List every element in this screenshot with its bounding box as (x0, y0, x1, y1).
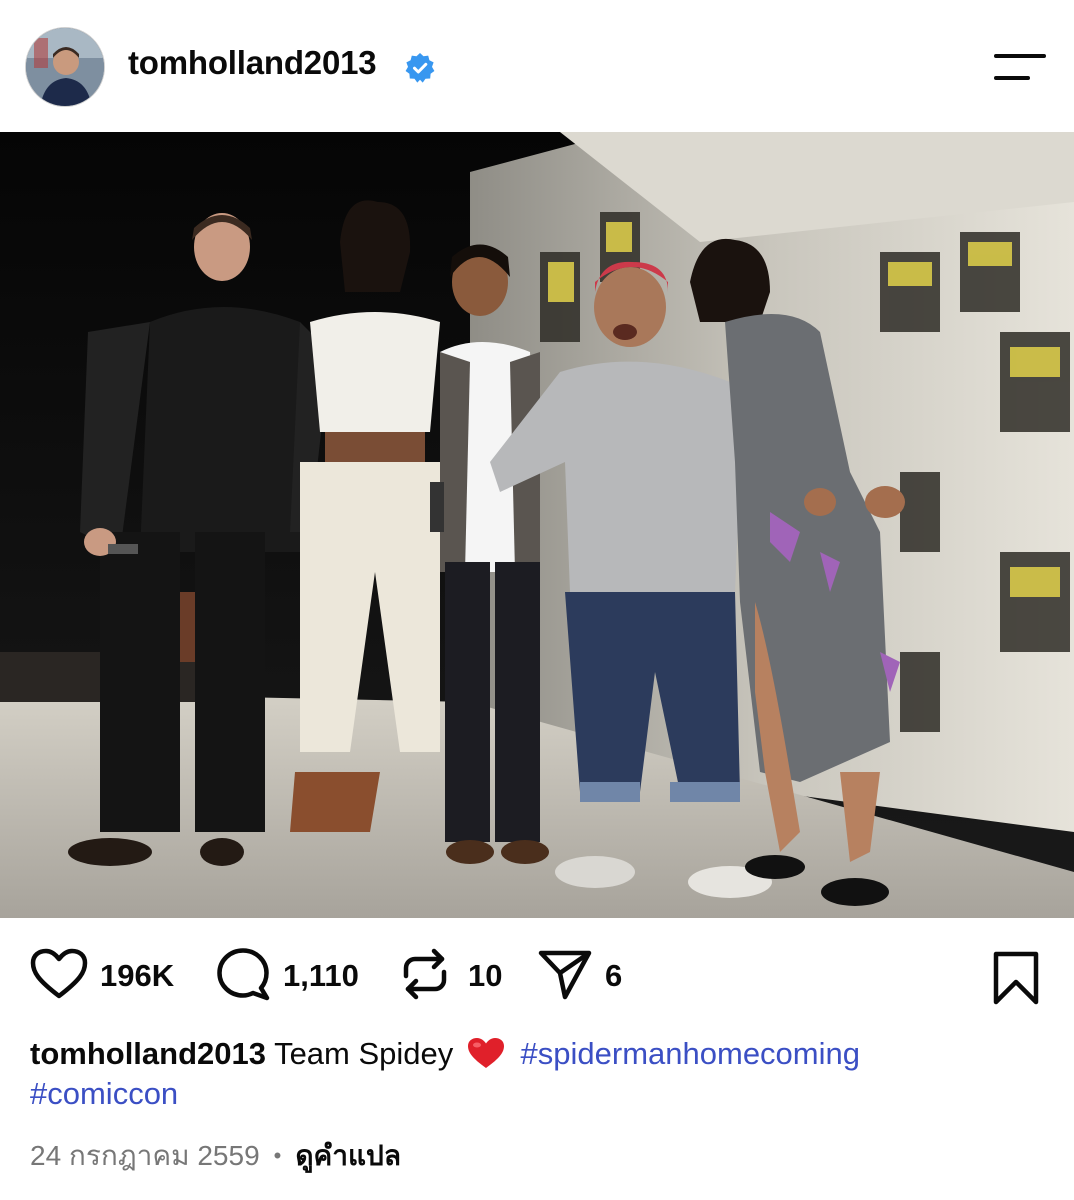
action-bar: 196K 1,110 10 6 (0, 940, 1074, 1012)
avatar[interactable] (25, 27, 105, 107)
comment-button[interactable]: 1,110 (215, 946, 359, 1007)
separator-dot: • (273, 1143, 282, 1168)
repost-button[interactable]: 10 (400, 948, 502, 1004)
like-button[interactable]: 196K (30, 948, 174, 1004)
bookmark-icon[interactable] (990, 950, 1042, 1006)
comment-icon (215, 946, 271, 1007)
share-button[interactable]: 6 (537, 948, 622, 1004)
menu-icon[interactable] (994, 52, 1046, 82)
caption-username[interactable]: tomholland2013 (30, 1036, 266, 1071)
heart-icon (30, 948, 88, 1005)
red-heart-emoji-icon (466, 1036, 506, 1070)
hashtag-link[interactable]: #comiccon (30, 1076, 178, 1111)
verified-badge-icon (404, 52, 436, 84)
comment-count: 1,110 (283, 958, 359, 993)
hashtag-link[interactable]: #spidermanhomecoming (521, 1036, 860, 1071)
post-caption: tomholland2013 Team Spidey #spidermanhom… (30, 1034, 1040, 1114)
repost-icon (400, 946, 450, 1007)
repost-count: 10 (468, 958, 503, 993)
see-translation-link[interactable]: ดูคำแปล (295, 1134, 401, 1178)
post-date: 24 กรกฎาคม 2559 (30, 1140, 260, 1171)
post-header: tomholland2013 (0, 0, 1074, 132)
paper-plane-icon (537, 947, 593, 1006)
post-username[interactable]: tomholland2013 (128, 44, 377, 82)
caption-text: Team Spidey (274, 1036, 454, 1071)
like-count: 196K (100, 958, 175, 993)
share-count: 6 (605, 958, 623, 993)
post-photo[interactable] (0, 132, 1074, 918)
post-meta: 24 กรกฎาคม 2559 • ดูคำแปล (30, 1134, 401, 1178)
